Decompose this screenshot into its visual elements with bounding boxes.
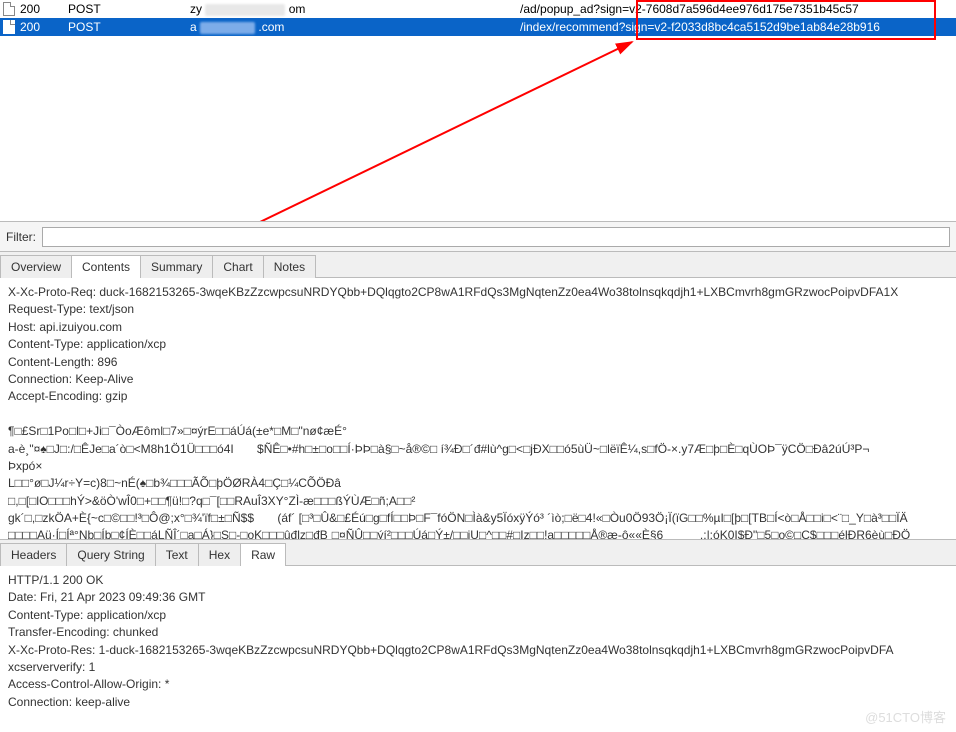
tab-notes[interactable]: Notes: [263, 255, 316, 278]
status-code: 200: [18, 18, 66, 36]
filter-label: Filter:: [6, 230, 36, 244]
http-method: POST: [66, 0, 188, 18]
tab-query-string[interactable]: Query String: [66, 543, 155, 566]
tab-overview[interactable]: Overview: [0, 255, 72, 278]
request-content[interactable]: X-Xc-Proto-Req: duck-1682153265-3wqeKBzZ…: [0, 278, 956, 540]
top-tab-bar: Overview Contents Summary Chart Notes: [0, 252, 956, 278]
path: /index/recommend?sign=v2-f2033d8bc4ca515…: [518, 18, 956, 36]
tab-chart[interactable]: Chart: [212, 255, 263, 278]
host: zy om: [188, 0, 518, 18]
request-list[interactable]: 200 POST zy om /ad/popup_ad?sign=v2-7608…: [0, 0, 956, 222]
tab-contents[interactable]: Contents: [71, 255, 141, 278]
tab-summary[interactable]: Summary: [140, 255, 213, 278]
filter-input[interactable]: [42, 227, 950, 247]
filter-bar: Filter:: [0, 222, 956, 252]
host: a .com: [188, 18, 518, 36]
tab-text[interactable]: Text: [155, 543, 199, 566]
response-content[interactable]: HTTP/1.1 200 OK Date: Fri, 21 Apr 2023 0…: [0, 566, 956, 726]
tab-headers[interactable]: Headers: [0, 543, 67, 566]
status-code: 200: [18, 0, 66, 18]
tab-raw[interactable]: Raw: [240, 543, 286, 566]
file-icon: [0, 2, 18, 16]
request-row[interactable]: 200 POST zy om /ad/popup_ad?sign=v2-7608…: [0, 0, 956, 18]
path: /ad/popup_ad?sign=v2-7608d7a596d4ee976d1…: [518, 0, 956, 18]
bottom-tab-bar: Headers Query String Text Hex Raw: [0, 540, 956, 566]
tab-hex[interactable]: Hex: [198, 543, 241, 566]
file-icon: [0, 20, 18, 34]
http-method: POST: [66, 18, 188, 36]
request-row-selected[interactable]: 200 POST a .com /index/recommend?sign=v2…: [0, 18, 956, 36]
